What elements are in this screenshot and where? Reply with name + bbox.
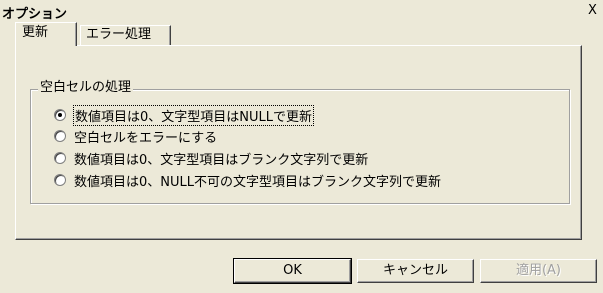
radio-label: 数値項目は0、文字型項目はNULLで更新 bbox=[73, 104, 314, 126]
radio-label: 数値項目は0、NULL不可の文字型項目はブランク文字列で更新 bbox=[74, 174, 441, 190]
radio-option-error[interactable]: 空白セルをエラーにする bbox=[54, 126, 217, 146]
radio-button-checked[interactable] bbox=[54, 109, 66, 121]
tab-error-handling-label: エラー処理 bbox=[86, 27, 152, 42]
tab-update-label: 更新 bbox=[22, 25, 49, 40]
window-title: オプション bbox=[2, 7, 68, 22]
apply-button[interactable]: 適用(A) bbox=[480, 259, 597, 283]
radio-button[interactable] bbox=[54, 152, 66, 164]
close-icon[interactable]: X bbox=[584, 2, 601, 19]
radio-button[interactable] bbox=[54, 174, 66, 186]
radio-button[interactable] bbox=[54, 130, 66, 142]
radio-option-blank-string[interactable]: 数値項目は0、文字型項目はブランク文字列で更新 bbox=[54, 148, 368, 168]
radio-option-nonnull-blank-string[interactable]: 数値項目は0、NULL不可の文字型項目はブランク文字列で更新 bbox=[54, 170, 441, 190]
radio-label: 数値項目は0、文字型項目はブランク文字列で更新 bbox=[74, 152, 369, 168]
groupbox-legend: 空白セルの処理 bbox=[38, 80, 134, 96]
cancel-button[interactable]: キャンセル bbox=[357, 259, 474, 283]
tab-update[interactable]: 更新 bbox=[15, 22, 77, 46]
title-bar: オプション X bbox=[0, 0, 603, 22]
ok-button[interactable]: OK bbox=[233, 258, 352, 284]
radio-label: 空白セルをエラーにする bbox=[74, 130, 218, 146]
radio-option-null-update[interactable]: 数値項目は0、文字型項目はNULLで更新 bbox=[54, 104, 314, 126]
tab-error-handling[interactable]: エラー処理 bbox=[80, 25, 171, 45]
